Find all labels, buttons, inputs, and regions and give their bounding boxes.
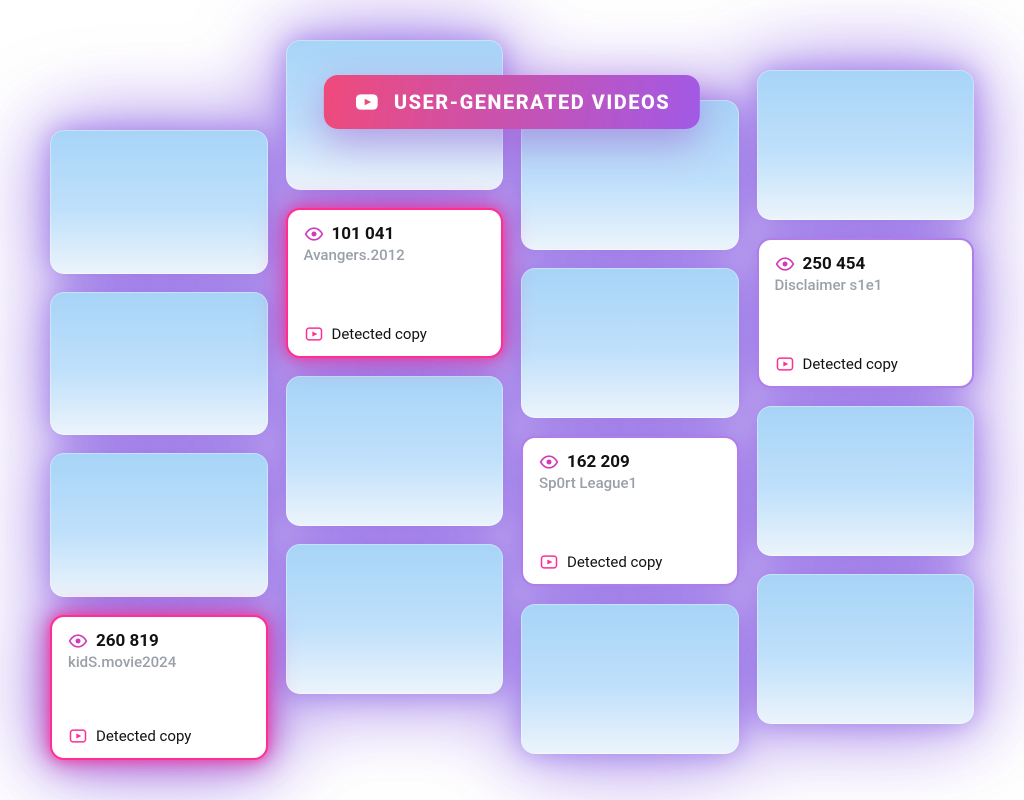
eye-icon: [304, 224, 324, 244]
video-grid-stage: 260 819 kidS.movie2024 Detected copy: [0, 0, 1024, 800]
grid-column: 162 209 Sp0rt League1 Detected copy: [521, 100, 739, 760]
detected-copy-card[interactable]: 250 454 Disclaimer s1e1 Detected copy: [757, 238, 975, 388]
view-count-value: 250 454: [803, 254, 866, 274]
grid-column: 260 819 kidS.movie2024 Detected copy: [50, 130, 268, 760]
video-thumbnail[interactable]: [521, 268, 739, 418]
detected-copy-label: Detected copy: [567, 553, 662, 571]
play-icon: [304, 324, 324, 344]
view-count-value: 101 041: [332, 224, 395, 244]
play-icon: [775, 354, 795, 374]
video-title: kidS.movie2024: [68, 653, 250, 671]
view-count-value: 260 819: [96, 631, 159, 651]
view-count: 260 819: [68, 631, 250, 651]
header-label: USER-GENERATED VIDEOS: [394, 90, 670, 114]
grid-column: 101 041 Avangers.2012 Detected copy: [286, 40, 504, 760]
video-title: Sp0rt League1: [539, 474, 721, 492]
video-title: Disclaimer s1e1: [775, 276, 957, 294]
eye-icon: [775, 254, 795, 274]
detected-copy-card[interactable]: 101 041 Avangers.2012 Detected copy: [286, 208, 504, 358]
video-thumbnail[interactable]: [50, 453, 268, 597]
detected-copy-label: Detected copy: [96, 727, 191, 745]
detected-copy-badge: Detected copy: [539, 552, 721, 572]
detected-copy-badge: Detected copy: [68, 726, 250, 746]
video-thumbnail[interactable]: [50, 130, 268, 274]
eye-icon: [68, 631, 88, 651]
detected-copy-card[interactable]: 260 819 kidS.movie2024 Detected copy: [50, 615, 268, 760]
video-thumbnail[interactable]: [757, 406, 975, 556]
video-thumbnail[interactable]: [757, 574, 975, 724]
view-count-value: 162 209: [567, 452, 630, 472]
play-icon: [68, 726, 88, 746]
video-title: Avangers.2012: [304, 246, 486, 264]
play-icon: [354, 89, 380, 115]
view-count: 162 209: [539, 452, 721, 472]
detected-copy-badge: Detected copy: [304, 324, 486, 344]
detected-copy-card[interactable]: 162 209 Sp0rt League1 Detected copy: [521, 436, 739, 586]
video-thumbnail[interactable]: [50, 292, 268, 436]
detected-copy-label: Detected copy: [332, 325, 427, 343]
play-icon: [539, 552, 559, 572]
video-thumbnail[interactable]: [286, 544, 504, 694]
video-thumbnail[interactable]: [757, 70, 975, 220]
eye-icon: [539, 452, 559, 472]
header-badge: USER-GENERATED VIDEOS: [324, 75, 700, 129]
video-thumbnail[interactable]: [521, 604, 739, 754]
view-count: 250 454: [775, 254, 957, 274]
video-grid-board: 260 819 kidS.movie2024 Detected copy: [50, 40, 974, 760]
detected-copy-label: Detected copy: [803, 355, 898, 373]
detected-copy-badge: Detected copy: [775, 354, 957, 374]
grid-column: 250 454 Disclaimer s1e1 Detected copy: [757, 70, 975, 760]
view-count: 101 041: [304, 224, 486, 244]
video-thumbnail[interactable]: [286, 376, 504, 526]
